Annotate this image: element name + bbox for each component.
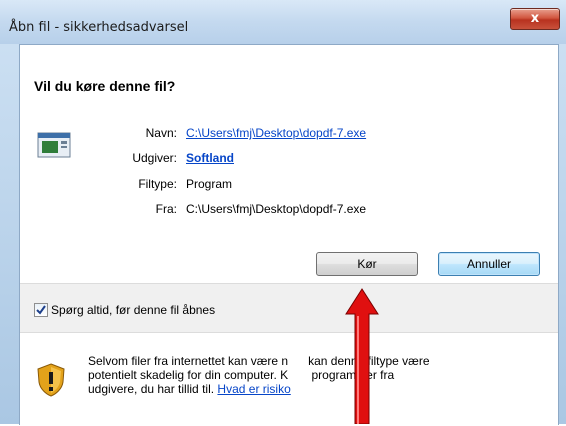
filetype-value: Program bbox=[186, 177, 233, 191]
risk-info-link[interactable]: Hvad er risiko bbox=[217, 382, 290, 396]
warning-line1: Selvom filer fra internettet kan være n bbox=[88, 354, 289, 368]
publisher-value-link[interactable]: Softland bbox=[186, 151, 234, 165]
warning-text: Selvom filer fra internettet kan være n … bbox=[88, 354, 548, 396]
checkbox-check-icon bbox=[36, 305, 46, 315]
warning-line2: potentielt skadelig for din computer. K bbox=[88, 368, 289, 382]
red-arrow-icon bbox=[345, 288, 379, 424]
title-bar[interactable]: Åbn fil - sikkerhedsadvarsel x bbox=[0, 0, 566, 44]
file-info-panel: Vil du køre denne fil? Navn: C:\Users\fm… bbox=[20, 45, 558, 284]
name-label: Navn: bbox=[145, 126, 177, 140]
publisher-label: Udgiver: bbox=[132, 151, 177, 165]
name-value-link[interactable]: C:\Users\fmj\Desktop\dopdf-7.exe bbox=[186, 126, 366, 140]
from-label: Fra: bbox=[155, 202, 177, 216]
dialog-question: Vil du køre denne fil? bbox=[34, 78, 176, 94]
run-button[interactable]: Kør bbox=[316, 252, 418, 276]
filetype-label: Filtype: bbox=[138, 177, 177, 191]
cancel-button[interactable]: Annuller bbox=[438, 252, 540, 276]
warning-panel: Selvom filer fra internettet kan være n … bbox=[20, 332, 558, 426]
always-ask-checkbox[interactable] bbox=[34, 303, 48, 317]
file-app-icon bbox=[37, 132, 71, 158]
warning-shield-icon bbox=[37, 363, 65, 397]
window-title: Åbn fil - sikkerhedsadvarsel bbox=[9, 20, 189, 35]
always-ask-label[interactable]: Spørg altid, før denne fil åbnes bbox=[51, 303, 215, 317]
from-value: C:\Users\fmj\Desktop\dopdf-7.exe bbox=[186, 202, 367, 216]
close-button[interactable]: x bbox=[510, 8, 560, 30]
dialog-body: Vil du køre denne fil? Navn: C:\Users\fm… bbox=[19, 44, 559, 426]
dialog-window: Åbn fil - sikkerhedsadvarsel x Vil du kø… bbox=[0, 0, 566, 426]
warning-line3: udgivere, du har tillid til. bbox=[88, 382, 215, 396]
